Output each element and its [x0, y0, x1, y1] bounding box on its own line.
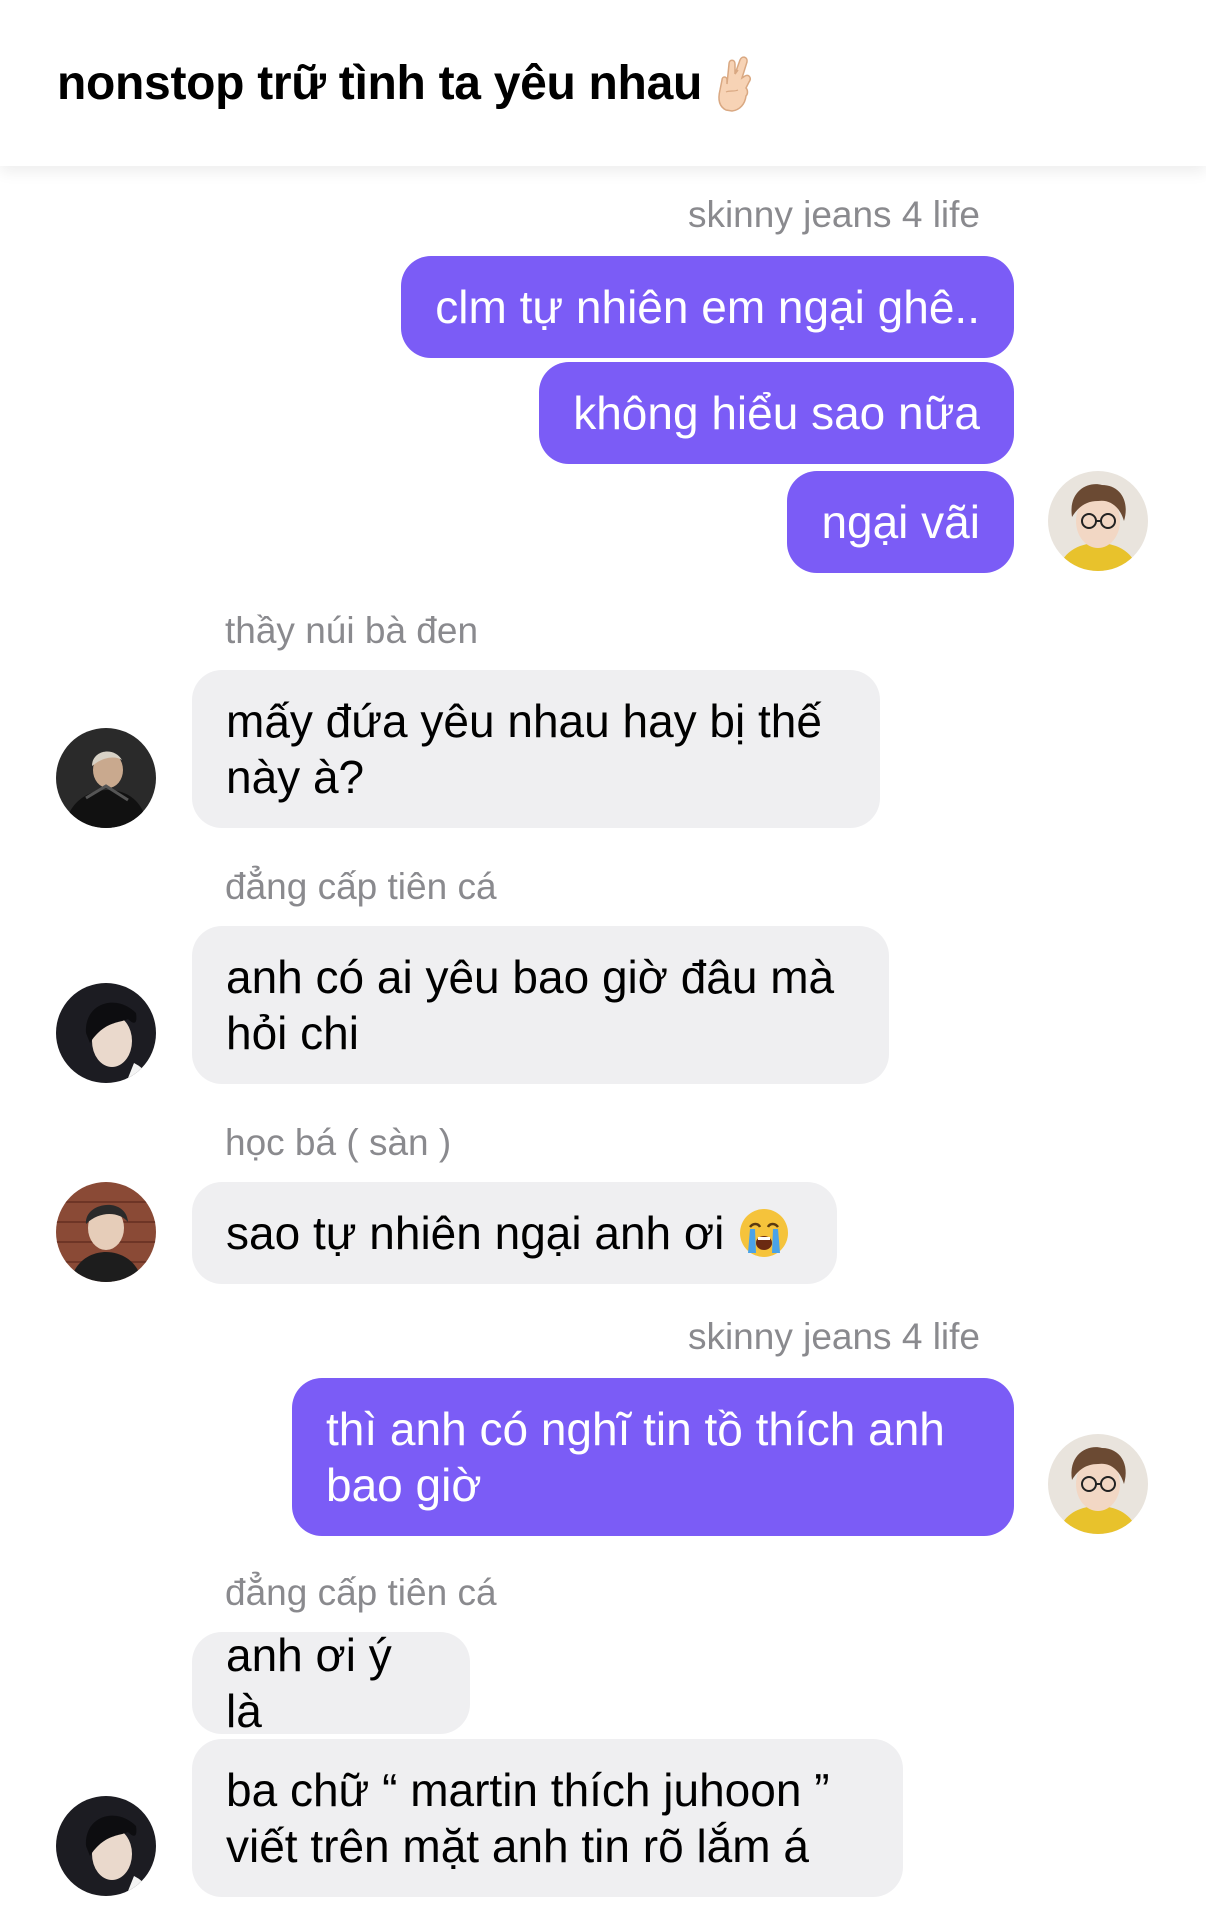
message-text: anh có ai yêu bao giờ đâu mà hỏi chi — [226, 951, 835, 1059]
message-list[interactable]: skinny jeans 4 life clm tự nhiên em ngại… — [0, 166, 1206, 1920]
crossed-fingers-icon — [712, 54, 758, 112]
chat-header: nonstop trữ tình ta yêu nhau — [0, 0, 1206, 166]
sender-name: thầy núi bà đen — [225, 610, 479, 651]
message-text: thì anh có nghĩ tin tồ thích anh bao giờ — [326, 1403, 945, 1511]
message-bubble-incoming[interactable]: anh có ai yêu bao giờ đâu mà hỏi chi — [192, 926, 889, 1084]
message-text: anh ơi ý là — [226, 1629, 392, 1737]
message-bubble-outgoing[interactable]: clm tự nhiên em ngại ghê.. — [401, 256, 1014, 358]
message-text: ba chữ “ martin thích juhoon ” viết trên… — [226, 1764, 830, 1872]
sender-name: đẳng cấp tiên cá — [225, 866, 497, 907]
avatar[interactable] — [56, 983, 156, 1083]
sender-name: học bá ( sàn ) — [225, 1122, 452, 1163]
sender-name: skinny jeans 4 life — [687, 1316, 980, 1357]
message-text: không hiểu sao nữa — [573, 387, 980, 439]
message-bubble-outgoing[interactable]: ngại vãi — [787, 471, 1014, 573]
message-bubble-incoming[interactable]: ba chữ “ martin thích juhoon ” viết trên… — [192, 1739, 903, 1897]
message-text: sao tự nhiên ngại anh ơi — [226, 1207, 725, 1259]
avatar[interactable] — [1048, 471, 1148, 571]
message-text: clm tự nhiên em ngại ghê.. — [435, 281, 980, 333]
message-text: ngại vãi — [821, 496, 980, 548]
message-bubble-incoming[interactable]: mấy đứa yêu nhau hay bị thế này à? — [192, 670, 880, 828]
avatar[interactable] — [56, 1796, 156, 1896]
message-bubble-outgoing[interactable]: không hiểu sao nữa — [539, 362, 1014, 464]
loudly-crying-face-icon — [738, 1207, 790, 1259]
message-text: mấy đứa yêu nhau hay bị thế này à? — [226, 695, 822, 803]
sender-name: skinny jeans 4 life — [687, 194, 980, 235]
avatar[interactable] — [56, 1182, 156, 1282]
message-bubble-outgoing[interactable]: thì anh có nghĩ tin tồ thích anh bao giờ — [292, 1378, 1014, 1536]
group-title-text: nonstop trữ tình ta yêu nhau — [57, 56, 702, 110]
message-bubble-incoming[interactable]: anh ơi ý là — [192, 1629, 470, 1737]
avatar[interactable] — [56, 728, 156, 828]
sender-name: đẳng cấp tiên cá — [225, 1572, 497, 1613]
avatar[interactable] — [1048, 1434, 1148, 1534]
message-bubble-incoming[interactable]: sao tự nhiên ngại anh ơi — [192, 1182, 837, 1284]
group-title[interactable]: nonstop trữ tình ta yêu nhau — [57, 54, 758, 112]
